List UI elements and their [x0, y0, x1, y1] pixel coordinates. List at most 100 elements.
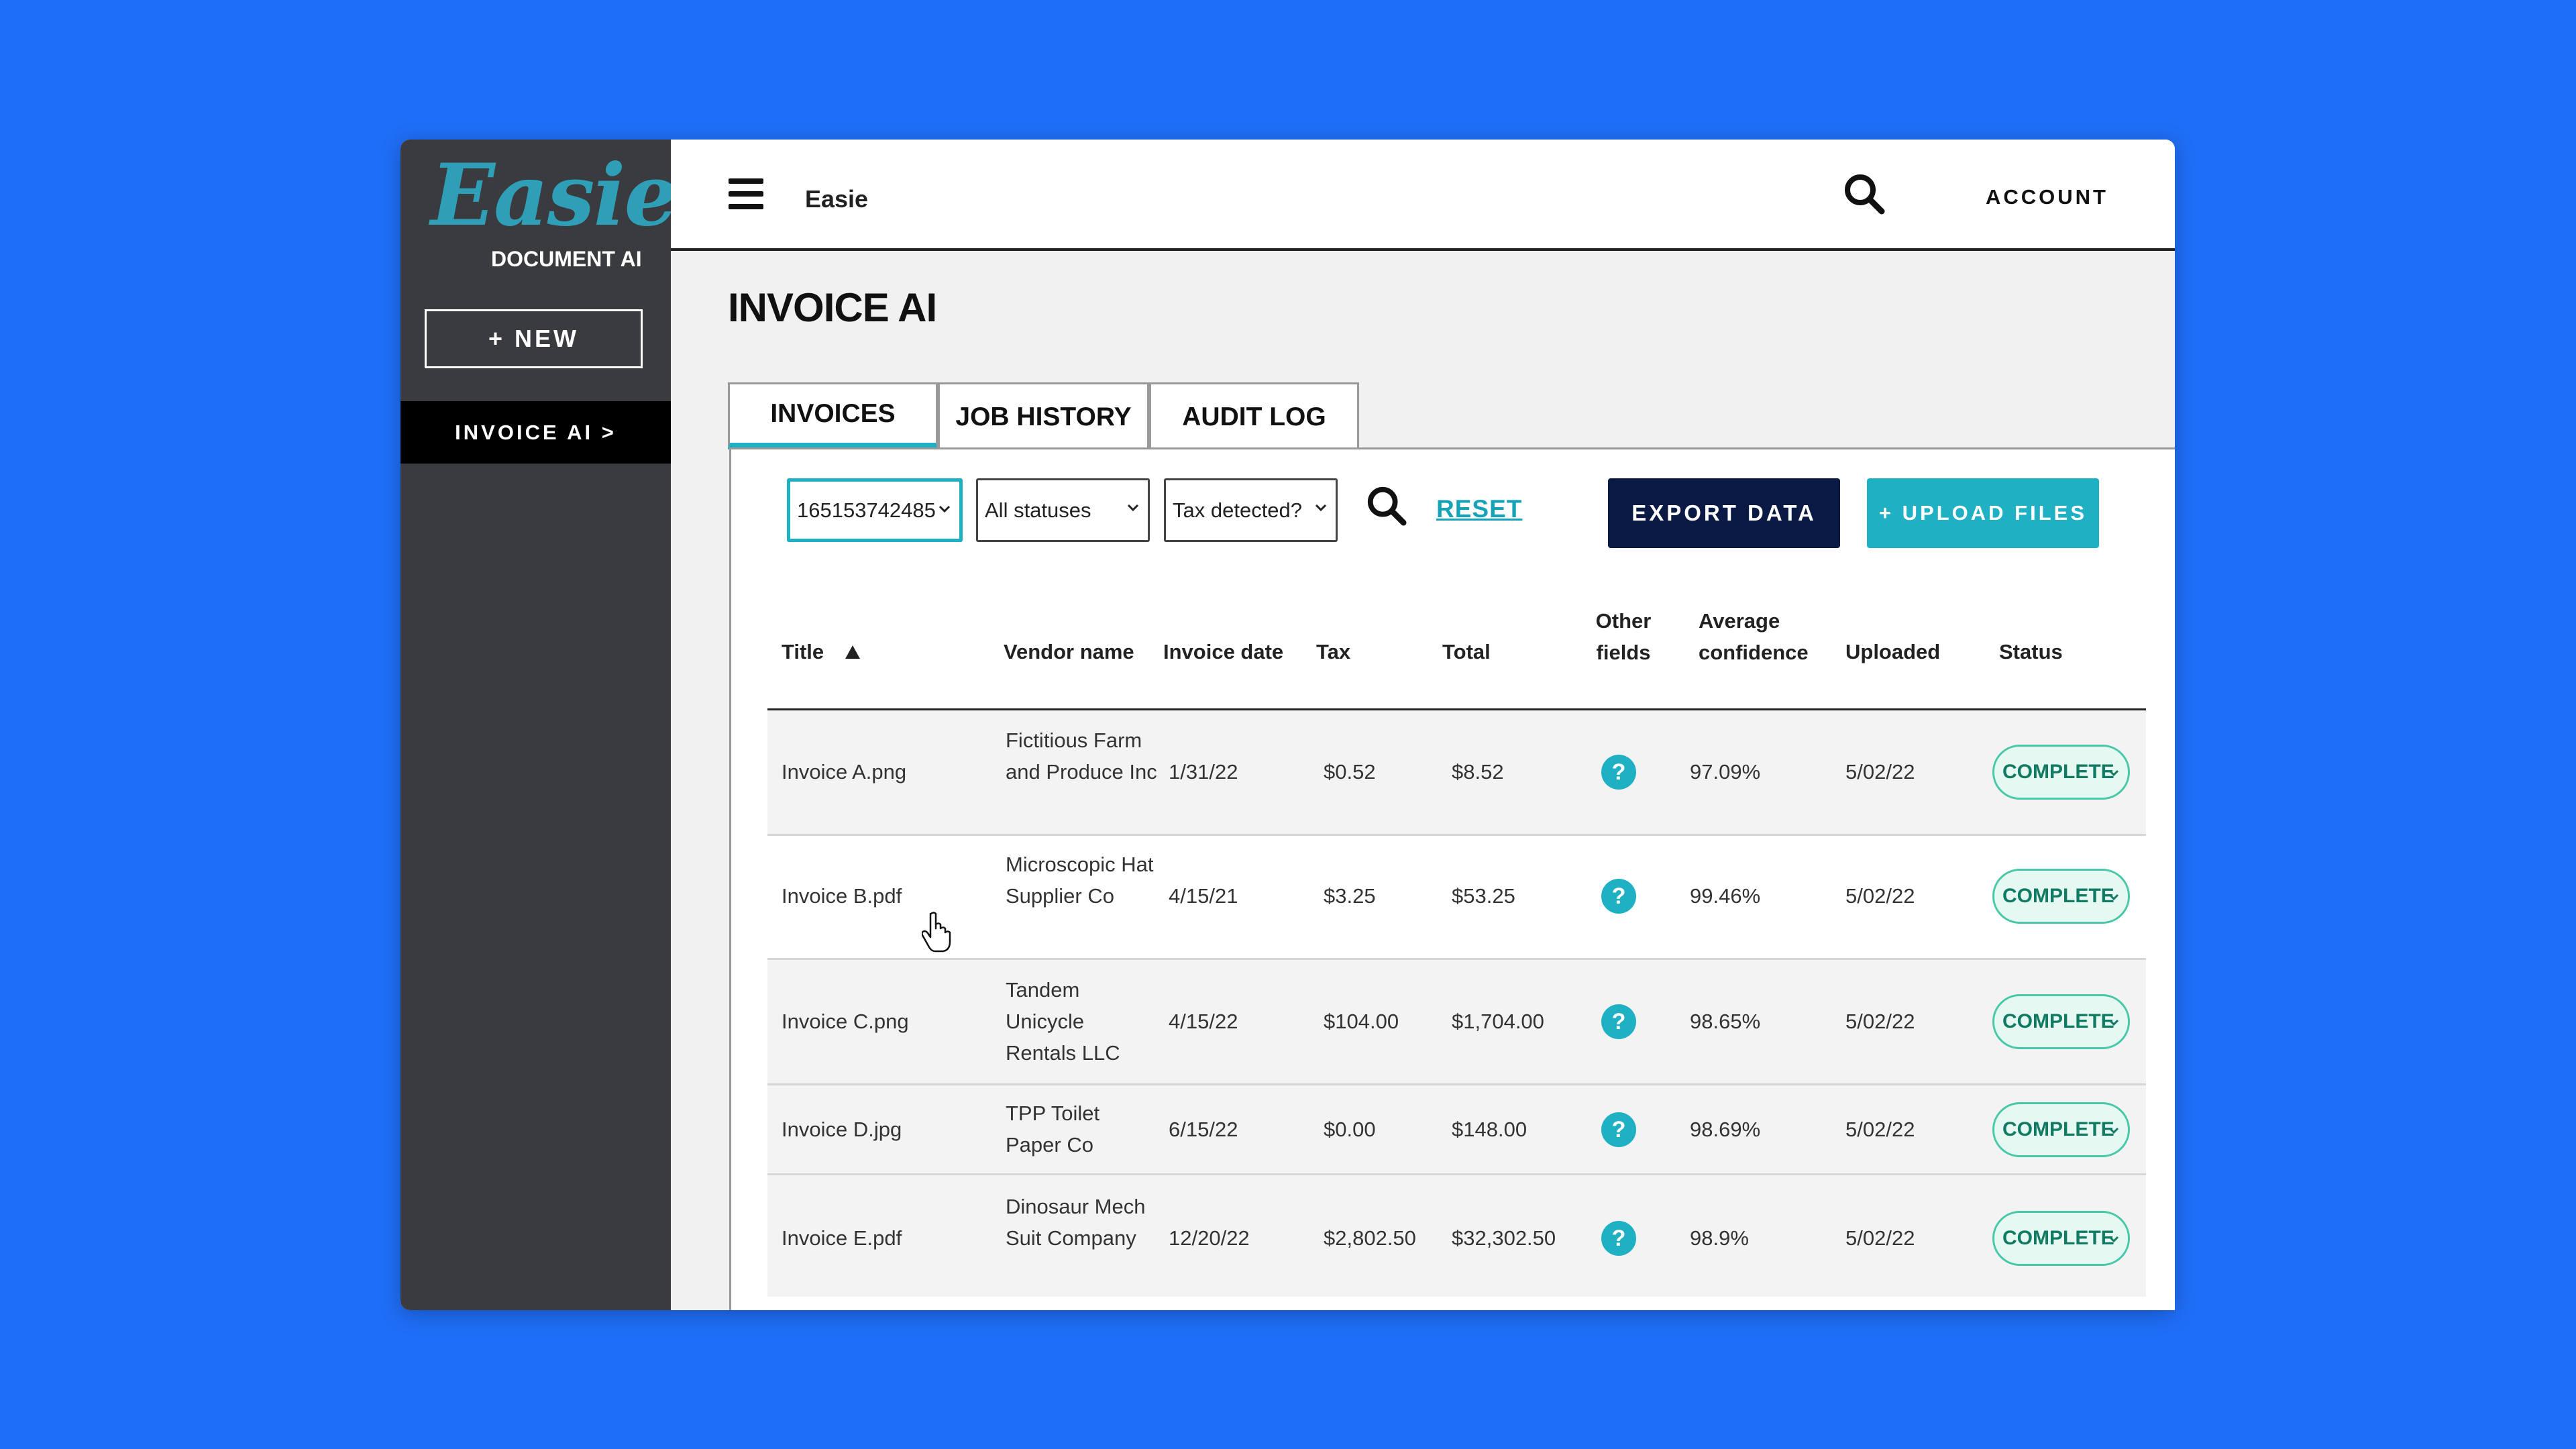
col-header-vendor[interactable]: Vendor name [1004, 636, 1134, 667]
logo-wordmark: Easie [431, 146, 678, 245]
cell-tax: $0.00 [1324, 1118, 1376, 1141]
cell-vendor: Microscopic Hat Supplier Co [1006, 853, 1154, 908]
reset-link[interactable]: RESET [1436, 495, 1522, 523]
chevron-down-icon [2108, 1236, 2119, 1243]
hand-cursor-icon [922, 912, 951, 953]
cell-tax: $3.25 [1324, 884, 1376, 908]
col-header-title[interactable]: Title [782, 636, 824, 667]
svg-text:?: ? [1612, 883, 1626, 909]
tab-job-history[interactable]: JOB HISTORY [938, 382, 1149, 449]
cell-average-confidence: 98.69% [1690, 1118, 1761, 1141]
sidebar-item-invoice-ai[interactable]: INVOICE AI > [400, 401, 671, 464]
cell-tax: $104.00 [1324, 1010, 1399, 1033]
filter-search-icon[interactable] [1366, 485, 1407, 530]
col-header-uploaded[interactable]: Uploaded [1845, 636, 1940, 667]
status-dropdown[interactable]: COMPLETE [1992, 1102, 2130, 1157]
search-icon[interactable] [1843, 172, 1886, 219]
cell-title: Invoice A.png [782, 760, 907, 784]
svg-text:?: ? [1612, 1226, 1626, 1251]
cell-invoice-date: 4/15/22 [1169, 1010, 1238, 1033]
app-name: Easie [805, 185, 869, 213]
status-dropdown[interactable]: COMPLETE [1992, 994, 2130, 1049]
cell-average-confidence: 98.65% [1690, 1010, 1761, 1033]
table-row[interactable]: Invoice E.pdf Dinosaur Mech Suit Company… [767, 1175, 2146, 1297]
cell-vendor: TPP Toilet Paper Co [1006, 1102, 1100, 1157]
col-header-average-confidence[interactable]: Average confidence [1699, 605, 1819, 668]
cell-uploaded: 5/02/22 [1845, 760, 1915, 784]
new-button[interactable]: + NEW [425, 309, 643, 368]
help-icon[interactable]: ? [1601, 754, 1637, 790]
status-label: COMPLETE [2002, 761, 2114, 783]
col-header-status[interactable]: Status [1999, 636, 2063, 667]
upload-files-button[interactable]: + UPLOAD FILES [1867, 478, 2099, 548]
cell-title: Invoice B.pdf [782, 884, 902, 908]
page-title: INVOICE AI [728, 285, 937, 330]
status-select[interactable]: All statuses [976, 478, 1150, 542]
hamburger-icon[interactable] [729, 178, 763, 209]
status-label: COMPLETE [2002, 1010, 2114, 1032]
cell-average-confidence: 99.46% [1690, 884, 1761, 908]
export-data-button[interactable]: EXPORT DATA [1608, 478, 1840, 548]
cell-total: $1,704.00 [1452, 1010, 1544, 1033]
logo[interactable]: Easie DOCUMENT AI [431, 146, 678, 271]
cell-invoice-date: 1/31/22 [1169, 760, 1238, 784]
cell-uploaded: 5/02/22 [1845, 1118, 1915, 1141]
col-header-other-fields[interactable]: Other fields [1590, 605, 1657, 668]
col-header-total[interactable]: Total [1442, 636, 1491, 667]
cell-average-confidence: 97.09% [1690, 760, 1761, 784]
cell-tax: $0.52 [1324, 760, 1376, 784]
status-dropdown[interactable]: COMPLETE [1992, 745, 2130, 800]
cell-total: $32,302.50 [1452, 1226, 1556, 1250]
status-label: COMPLETE [2002, 1227, 2114, 1249]
cell-uploaded: 5/02/22 [1845, 1226, 1915, 1250]
cell-total: $53.25 [1452, 884, 1515, 908]
help-icon[interactable]: ? [1601, 878, 1637, 914]
help-icon[interactable]: ? [1601, 1004, 1637, 1040]
sidebar: Easie DOCUMENT AI + NEW INVOICE AI > [400, 140, 678, 1310]
cell-average-confidence: 98.9% [1690, 1226, 1749, 1250]
chevron-down-icon [938, 505, 951, 513]
help-icon[interactable]: ? [1601, 1220, 1637, 1256]
tab-audit-log[interactable]: AUDIT LOG [1149, 382, 1359, 449]
table-row[interactable]: Invoice A.png Fictitious Farm and Produc… [767, 710, 2146, 836]
cell-invoice-date: 12/20/22 [1169, 1226, 1250, 1250]
tax-select-value: Tax detected? [1173, 498, 1303, 522]
account-link[interactable]: ACCOUNT [1986, 185, 2108, 209]
job-select[interactable]: 165153742485 [787, 478, 963, 542]
cell-title: Invoice D.jpg [782, 1118, 902, 1141]
status-select-value: All statuses [985, 498, 1091, 522]
cell-uploaded: 5/02/22 [1845, 1010, 1915, 1033]
status-label: COMPLETE [2002, 885, 2114, 907]
status-dropdown[interactable]: COMPLETE [1992, 869, 2130, 924]
help-icon[interactable]: ? [1601, 1112, 1637, 1148]
logo-subtitle: DOCUMENT AI [491, 247, 642, 271]
svg-text:?: ? [1612, 1117, 1626, 1142]
cell-tax: $2,802.50 [1324, 1226, 1416, 1250]
chevron-down-icon [1127, 504, 1139, 512]
svg-text:?: ? [1612, 1009, 1626, 1034]
table-row[interactable]: Invoice D.jpg TPP Toilet Paper Co 6/15/2… [767, 1085, 2146, 1175]
cell-uploaded: 5/02/22 [1845, 884, 1915, 908]
cell-total: $148.00 [1452, 1118, 1527, 1141]
cell-title: Invoice C.png [782, 1010, 909, 1033]
job-select-value: 165153742485 [797, 498, 936, 522]
tax-select[interactable]: Tax detected? [1164, 478, 1338, 542]
chevron-down-icon [2108, 1019, 2119, 1026]
cell-title: Invoice E.pdf [782, 1226, 902, 1250]
cell-invoice-date: 6/15/22 [1169, 1118, 1238, 1141]
svg-text:?: ? [1612, 759, 1626, 785]
chevron-down-icon [2108, 894, 2119, 901]
cell-vendor: Fictitious Farm and Produce Inc [1006, 729, 1157, 784]
table-row[interactable]: Invoice C.png Tandem Unicycle Rentals LL… [767, 960, 2146, 1085]
status-dropdown[interactable]: COMPLETE [1992, 1211, 2130, 1266]
col-header-invoice-date[interactable]: Invoice date [1163, 636, 1283, 667]
col-header-tax[interactable]: Tax [1316, 636, 1350, 667]
chevron-down-icon [2108, 769, 2119, 777]
table-row[interactable]: Invoice B.pdf Microscopic Hat Supplier C… [767, 836, 2146, 960]
chevron-down-icon [2108, 1127, 2119, 1134]
cell-invoice-date: 4/15/21 [1169, 884, 1238, 908]
sort-ascending-icon[interactable] [844, 644, 861, 660]
tab-invoices[interactable]: INVOICES [728, 382, 938, 449]
chevron-down-icon [1315, 504, 1327, 512]
cell-vendor: Dinosaur Mech Suit Company [1006, 1195, 1146, 1250]
